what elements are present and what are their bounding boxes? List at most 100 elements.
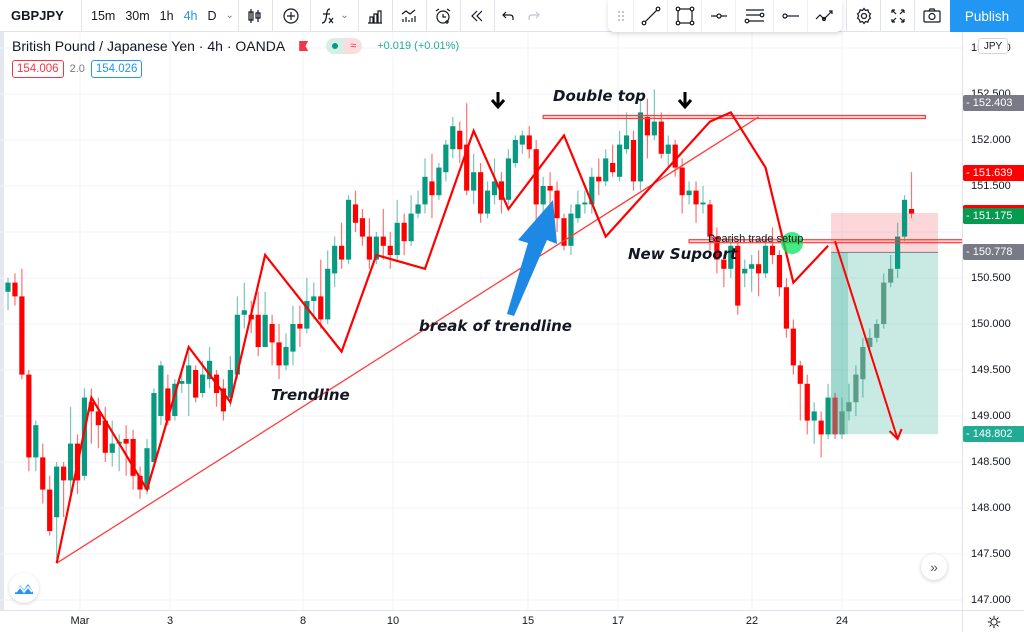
price-marker-label: - 150.778: [963, 244, 1024, 261]
price-tick-label: 149.500: [971, 364, 1011, 376]
candles-icon: [248, 8, 261, 23]
horizontal-ray-tool[interactable]: [702, 0, 736, 32]
candle: [686, 181, 692, 205]
gear-icon: [987, 615, 1000, 628]
tradingview-logo[interactable]: [9, 573, 39, 603]
scroll-to-realtime-button[interactable]: »: [921, 554, 947, 580]
snapshot-button[interactable]: [914, 0, 948, 32]
trend-line-icon: [641, 6, 660, 26]
candle: [797, 360, 803, 421]
symbol-search-button[interactable]: GBPJPY: [0, 0, 82, 32]
axis-settings-button[interactable]: [962, 610, 1024, 632]
candle-body: [888, 268, 894, 283]
currency-button[interactable]: JPY: [978, 38, 1008, 54]
candle-body: [345, 199, 352, 260]
candle: [450, 117, 456, 159]
candle-body: [554, 190, 560, 219]
candle: [269, 314, 275, 366]
redo-button[interactable]: [521, 0, 547, 32]
spread-value: 2.0: [69, 63, 85, 75]
timeframe-d[interactable]: D: [202, 9, 221, 23]
timeframe-1h[interactable]: 1h: [155, 9, 179, 23]
candle: [262, 291, 268, 347]
annotation-break-of-trendline[interactable]: break of trendline: [419, 317, 572, 335]
candle: [811, 402, 817, 444]
candle-body: [846, 402, 852, 412]
symbol-description[interactable]: British Pound / Japanese Yen · 4h · OAND…: [12, 38, 285, 54]
price-change: +0.019 (+0.01%): [377, 40, 460, 52]
candle: [526, 126, 532, 159]
time-tick-label: Mar: [70, 615, 90, 627]
rectangle-tool[interactable]: [668, 0, 702, 32]
annotation-double-top[interactable]: Double top: [553, 87, 646, 105]
candle: [818, 411, 824, 458]
candle: [318, 259, 324, 329]
candle: [339, 222, 345, 269]
right-toolbar: [846, 0, 948, 32]
candle-body: [436, 167, 442, 196]
candle: [241, 282, 247, 329]
candle-body: [269, 324, 275, 343]
candle-body: [637, 112, 644, 182]
replay-button[interactable]: [461, 0, 495, 32]
publish-button[interactable]: Publish: [950, 0, 1024, 32]
candle-body: [401, 222, 407, 242]
candle: [651, 89, 657, 140]
candle: [366, 218, 372, 269]
timeframe-dropdown-chevron-icon[interactable]: ⌄: [226, 10, 234, 21]
buy-price-button[interactable]: 154.026: [90, 60, 143, 78]
fullscreen-button[interactable]: [880, 0, 914, 32]
candle-body: [276, 342, 282, 366]
annotation-trendline[interactable]: Trendline: [271, 386, 350, 404]
candle-body: [839, 411, 845, 435]
candle: [658, 112, 664, 159]
candle: [158, 360, 164, 426]
price-marker-label: - 151.639: [963, 165, 1024, 182]
market-status-badge[interactable]: ≈: [326, 38, 363, 54]
candle-body: [151, 393, 157, 462]
timeframe-15m[interactable]: 15m: [86, 9, 120, 23]
candle: [19, 268, 25, 380]
alert-button[interactable]: [427, 0, 461, 32]
undo-button[interactable]: [495, 0, 521, 32]
drag-handle-icon[interactable]: [608, 0, 634, 32]
annotation-new-support[interactable]: New Supoort: [628, 245, 737, 263]
timeframe-4h[interactable]: 4h: [179, 9, 203, 23]
time-axis[interactable]: Mar 3 8 10 15 17 22 24: [0, 610, 962, 632]
candle-body: [471, 172, 477, 191]
sell-price-button[interactable]: 154.006: [12, 60, 64, 78]
candle-body: [297, 324, 303, 329]
candle-body: [651, 121, 657, 136]
candle: [394, 199, 400, 260]
horizontal-line-tool[interactable]: [774, 0, 808, 32]
flag-icon[interactable]: [299, 41, 309, 51]
compare-button[interactable]: [273, 0, 311, 32]
candle-body: [540, 186, 546, 205]
indicators-button[interactable]: ⌄: [311, 0, 359, 32]
candle-body: [54, 466, 60, 518]
timeframe-30m[interactable]: 30m: [120, 9, 154, 23]
candle-body: [478, 172, 484, 214]
annotation-bearish-setup[interactable]: Bearish trade setup: [708, 233, 803, 245]
candle-body: [790, 328, 796, 366]
chart-type-button[interactable]: [239, 0, 273, 32]
candle-body: [519, 135, 525, 145]
trend-line-tool[interactable]: [634, 0, 668, 32]
templates-button[interactable]: [393, 0, 427, 32]
zigzag-path: [55, 111, 829, 564]
candle-body: [769, 245, 776, 255]
price-axis[interactable]: 153.000152.500152.000151.500150.500150.0…: [962, 32, 1024, 610]
candle: [40, 443, 46, 504]
financials-button[interactable]: [359, 0, 393, 32]
candle: [61, 462, 67, 518]
path-tool[interactable]: [808, 0, 842, 32]
parallel-channel-tool[interactable]: [736, 0, 774, 32]
candle-body: [874, 324, 880, 338]
candle-body: [193, 370, 199, 398]
chart-settings-button[interactable]: [846, 0, 880, 32]
templates-icon: [402, 9, 416, 22]
candle: [596, 158, 602, 196]
chart-legend: British Pound / Japanese Yen · 4h · OAND…: [12, 38, 459, 78]
candle: [290, 305, 296, 366]
candle-body: [756, 264, 762, 274]
